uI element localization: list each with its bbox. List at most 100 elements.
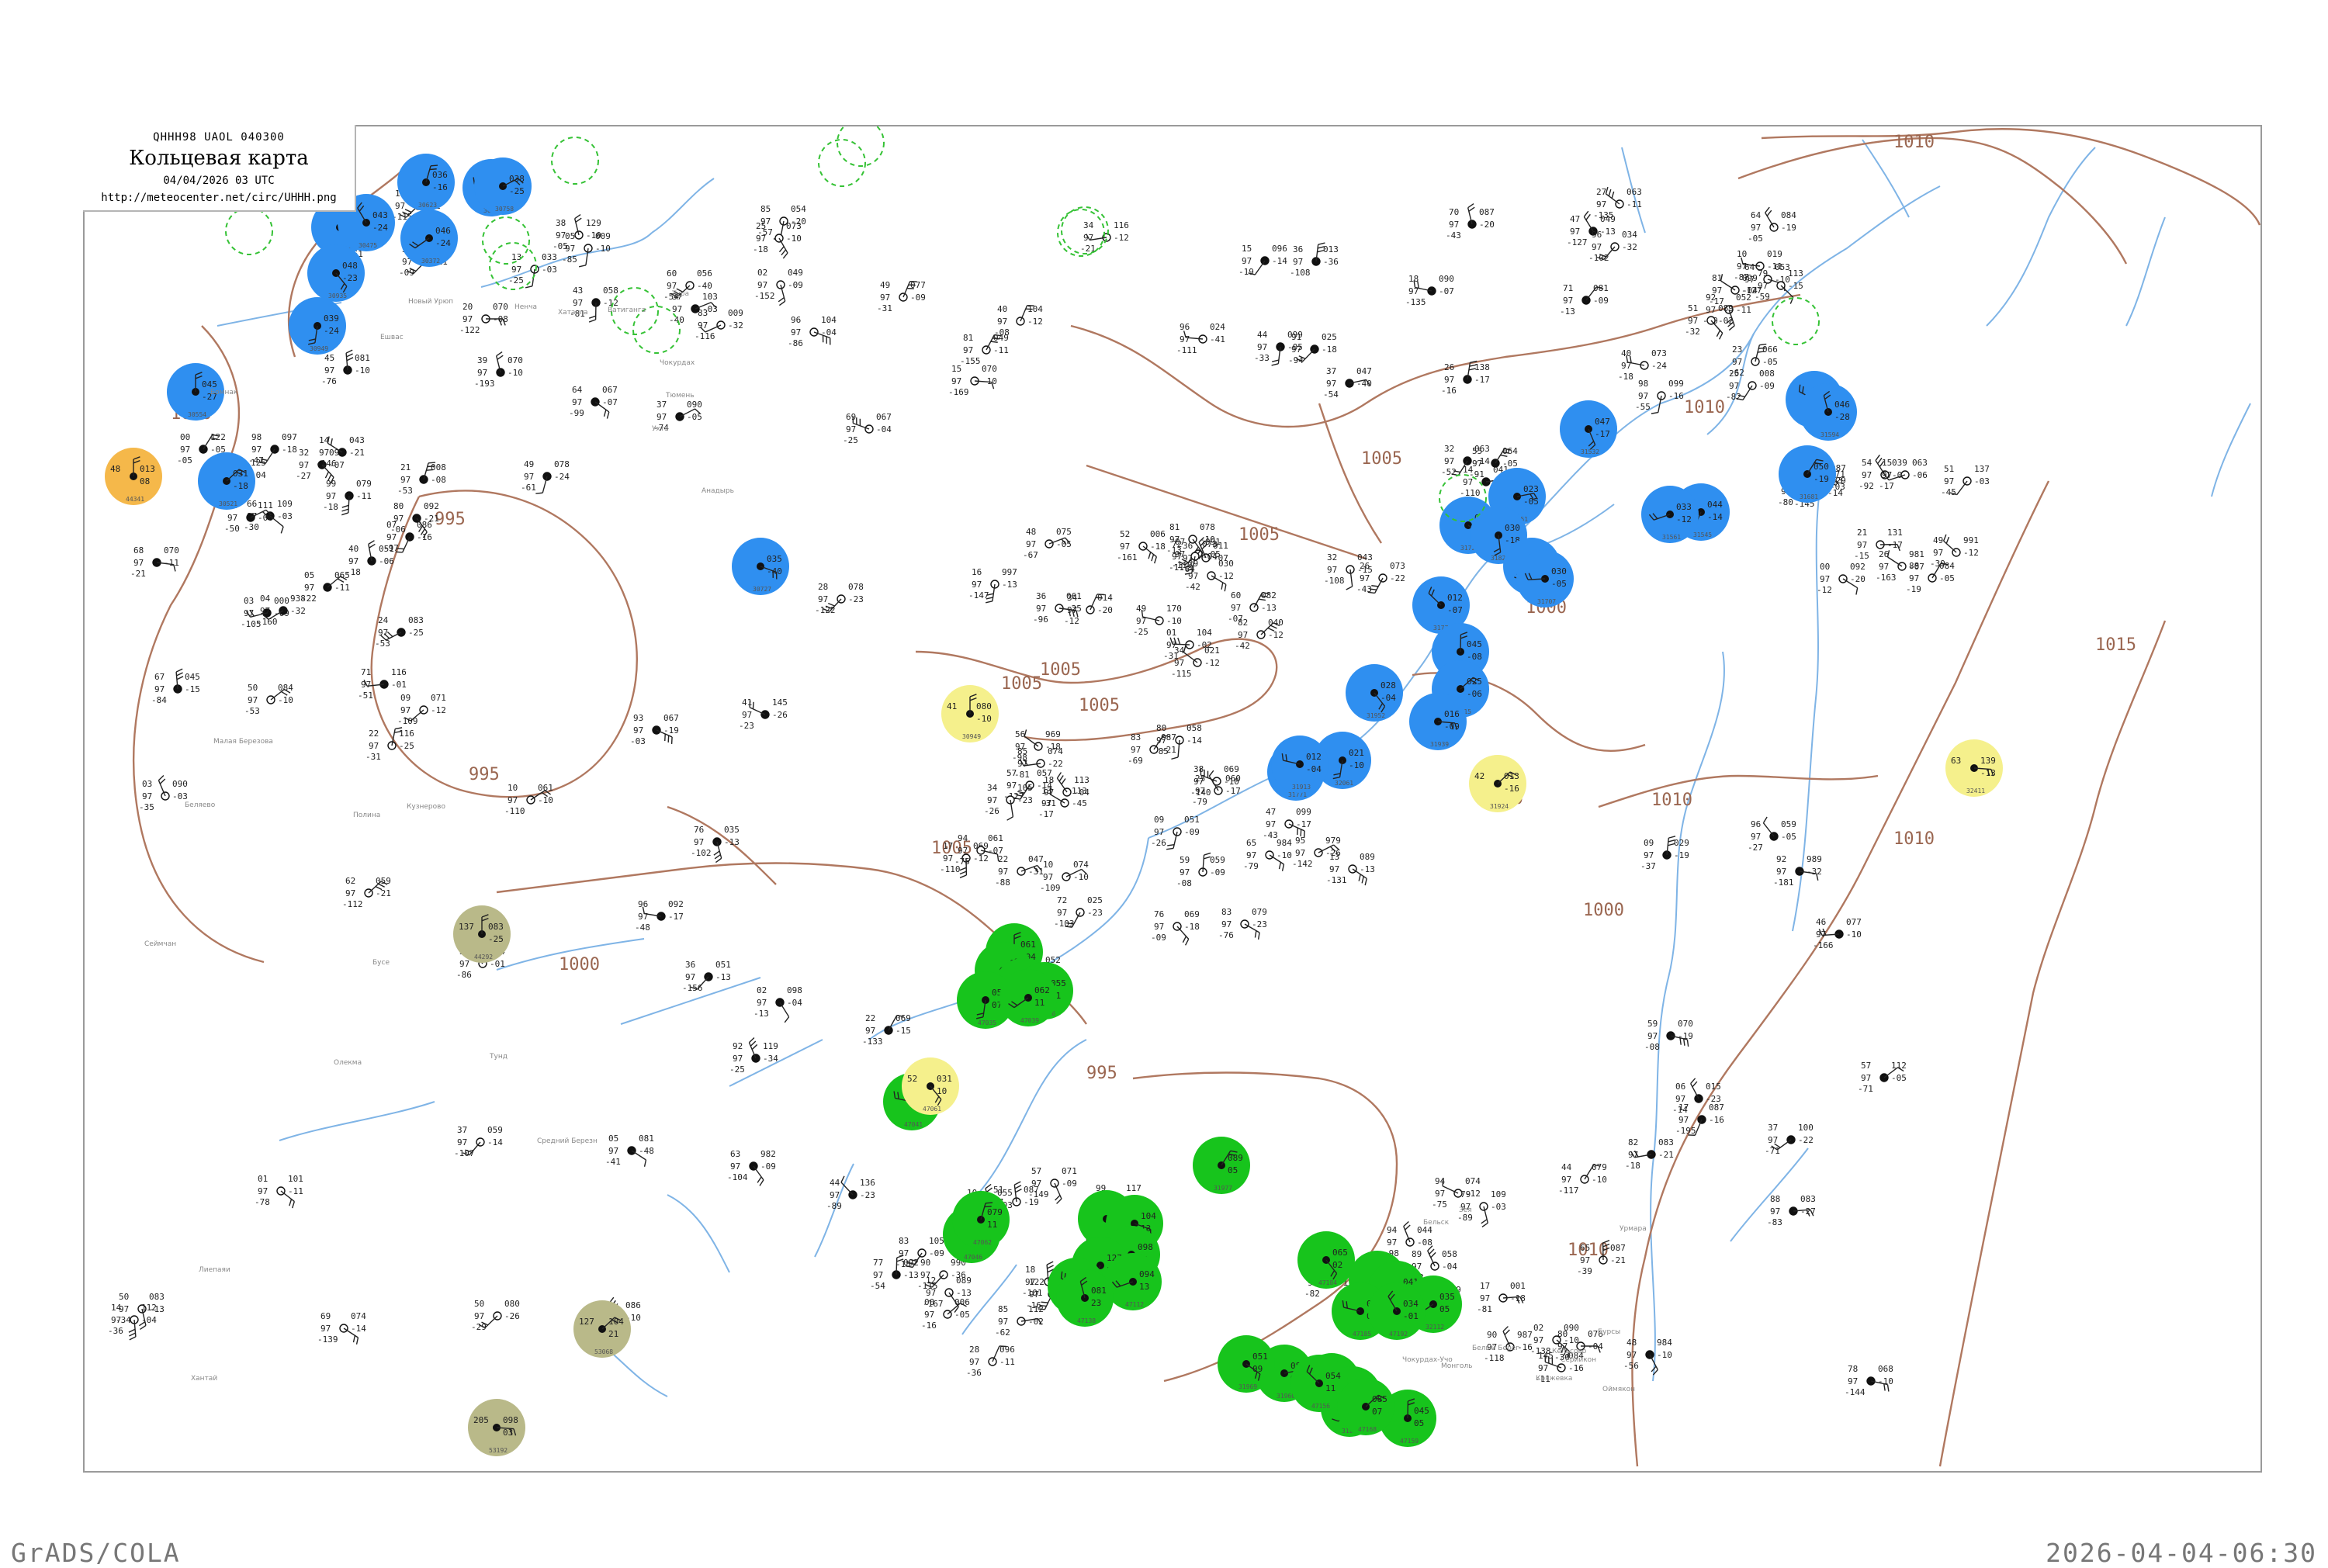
station-dewpoint: 97 — [474, 1311, 484, 1321]
station-pressure: 112 — [1891, 1061, 1907, 1071]
station-tendency: -09 — [929, 1248, 944, 1258]
station-pressure: 006 — [1150, 529, 1166, 539]
isobar-label: 1005 — [1040, 660, 1081, 680]
station-plot: 4097-08104-12 — [994, 304, 1043, 337]
station-pressure: 112 — [141, 1303, 157, 1313]
station-pressure: 013 — [1504, 771, 1519, 781]
station-pressure: 045 — [1467, 639, 1482, 649]
station-pressure: 080 — [504, 1299, 520, 1309]
station-dewpoint: 97 — [1472, 459, 1482, 469]
station-dewpoint: 97 — [1729, 381, 1739, 391]
station-plot: 0297-152049-09 — [754, 268, 803, 306]
wind-barb-feather — [347, 358, 353, 361]
station-temperature: 49 — [1933, 535, 1943, 545]
station-temperature: 94 — [1387, 1225, 1398, 1235]
station-value: -102 — [1588, 253, 1609, 263]
station-temperature: 127 — [579, 1317, 594, 1327]
station-dewpoint: 97 — [1360, 573, 1370, 583]
station-value: -25 — [729, 1064, 745, 1075]
station-value: -43 — [1356, 584, 1372, 594]
station-value: -40 — [669, 315, 684, 325]
station-tendency: -22 — [1798, 1135, 1814, 1145]
station-tendency: -09 — [760, 1161, 776, 1172]
place-name: Лиепаяи — [199, 1266, 230, 1274]
station-tendency: -05 — [687, 412, 702, 422]
station-temperature: 57 — [1861, 1061, 1871, 1071]
station-value: -05 — [177, 455, 192, 466]
station-value: -117 — [1558, 1186, 1579, 1196]
station-value: -156 — [682, 983, 703, 993]
station-dewpoint: 97 — [1882, 470, 1892, 480]
station-plot: 2597-18073-10 — [753, 221, 802, 258]
station-tendency: -09 — [788, 280, 803, 290]
wind-barb-feather — [841, 1176, 844, 1182]
station-temperature: 83 — [1221, 907, 1232, 917]
isobar-label: 1000 — [559, 955, 600, 974]
wind-barb-feather — [783, 253, 788, 258]
station-tendency: 10 — [937, 1086, 947, 1096]
station-tendency: -34 — [763, 1054, 778, 1064]
station-tendency: -23 — [1087, 908, 1103, 918]
station-temperature: 94 — [1435, 1176, 1446, 1186]
station-dewpoint: 97 — [1909, 573, 1919, 583]
station-pressure: 117 — [1126, 1183, 1141, 1193]
station-tendency: -10 — [982, 376, 997, 386]
station-dewpoint: 97 — [1862, 470, 1872, 480]
station-tendency: -03 — [1974, 476, 1990, 486]
station-temperature: 44 — [1257, 330, 1268, 340]
station-dewpoint: 97 — [1563, 296, 1573, 306]
station-temperature: 94 — [958, 833, 968, 843]
station-pressure: 070 — [164, 545, 179, 556]
station-temperature: 18 — [1025, 1265, 1035, 1275]
station-plot: 4997-61078-24 — [521, 459, 570, 493]
station-plot: 2497-53083-25 — [375, 615, 424, 649]
station-dewpoint: 97 — [260, 606, 270, 616]
station-plot: 1897-135090-07 — [1405, 274, 1454, 307]
station-dewpoint: 97 — [1816, 929, 1826, 940]
station-temperature: 72 — [1057, 895, 1067, 905]
station-pressure: 104 — [608, 1317, 624, 1327]
station-pressure: 099 — [1668, 379, 1684, 389]
station-plot: 7197-13081-09 — [1560, 283, 1609, 317]
station-tendency: -10 — [976, 714, 992, 724]
station-temperature: 49 — [1136, 604, 1146, 614]
station-dewpoint: 97 — [1944, 476, 1954, 486]
station-pressure: 012 — [1306, 752, 1322, 762]
station-dewpoint: 97 — [1246, 850, 1256, 860]
station-tendency: -09 — [1184, 827, 1200, 837]
station-value: -18 — [345, 567, 361, 577]
station-tendency: -12 — [431, 705, 446, 715]
wind-barb-feather — [760, 1180, 764, 1186]
wind-barb-feather — [1365, 878, 1367, 885]
station-value: -15 — [1854, 551, 1869, 561]
source-url: http://meteocenter.net/circ/UHHH.png — [83, 192, 355, 204]
station-dewpoint: 97 — [1238, 630, 1248, 640]
place-name: Полина — [353, 812, 380, 819]
wind-barb-feather — [672, 737, 673, 744]
station-dewpoint: 97 — [924, 1310, 934, 1320]
station-pressure: 065 — [1332, 1248, 1348, 1258]
station-value: -33 — [1254, 353, 1270, 363]
green-station-plot: 0850747168 — [1337, 1378, 1394, 1435]
station-dewpoint: 97 — [459, 959, 469, 969]
station-dewpoint: 97 — [880, 292, 890, 303]
station-pressure: 139 — [1980, 756, 1996, 766]
wind-barb-feather — [1059, 776, 1063, 781]
station-temperature: 03 — [244, 596, 254, 606]
station-id: 44341 — [126, 496, 144, 503]
station-pressure: 033 — [542, 252, 557, 262]
station-pressure: 103 — [702, 292, 718, 302]
place-name: Средний Березн — [537, 1137, 598, 1145]
wind-barb-feather — [1763, 817, 1767, 823]
wind-barb-feather — [1468, 204, 1474, 208]
yellow-station-plot: 42013-1631924 — [1469, 755, 1526, 812]
wind-barb-feather — [497, 355, 503, 359]
station-temperature: 52 — [1120, 529, 1130, 539]
wind-barb-feather — [1362, 877, 1363, 884]
wind-barb-feather — [986, 1184, 991, 1188]
station-dewpoint: 97 — [1751, 223, 1761, 233]
station-pressure: 078 — [1200, 522, 1215, 532]
station-dewpoint: 97 — [1221, 919, 1232, 929]
wind-barb-feather — [1371, 586, 1378, 587]
wind-barb-feather — [1469, 207, 1474, 211]
